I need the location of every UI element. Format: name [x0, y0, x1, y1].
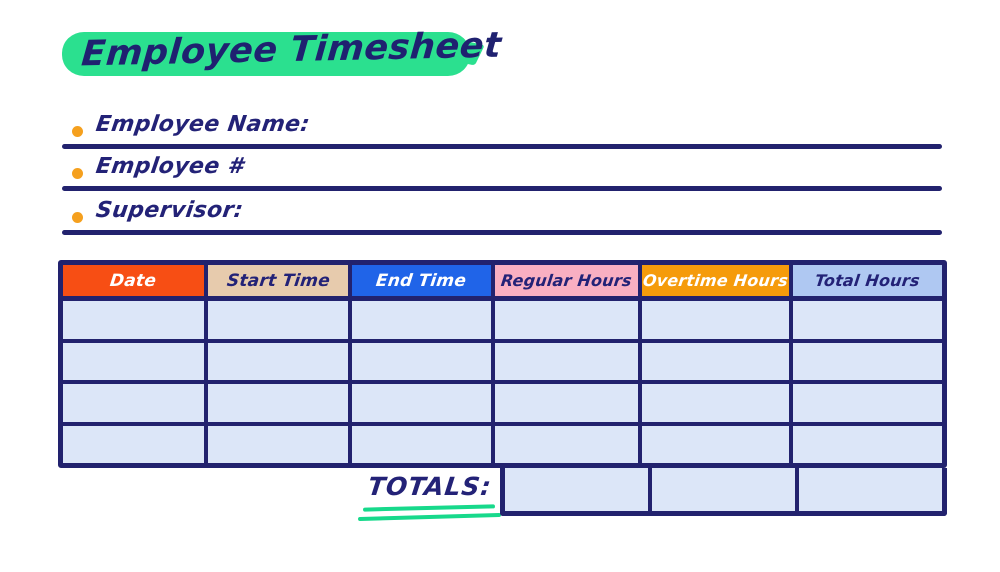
- cell-regular-hours[interactable]: [495, 342, 642, 380]
- cell-end-time[interactable]: [352, 384, 495, 422]
- cell-regular-hours[interactable]: [495, 384, 642, 422]
- column-header-label: Start Time: [225, 270, 331, 291]
- column-header-total-hours: Total Hours: [793, 265, 942, 296]
- column-header-start-time: Start Time: [208, 265, 352, 296]
- column-header-label: Overtime Hours: [642, 271, 790, 290]
- field-label-supervisor: Supervisor:: [94, 198, 245, 223]
- field-employee-name[interactable]: Employee Name:: [62, 110, 942, 154]
- cell-start-time[interactable]: [208, 301, 352, 339]
- cell-overtime-hours[interactable]: [642, 301, 793, 339]
- column-header-date: Date: [63, 265, 208, 296]
- table-row: [63, 342, 942, 384]
- cell-regular-hours[interactable]: [495, 301, 642, 339]
- cell-overtime-hours[interactable]: [642, 342, 793, 380]
- cell-total-hours[interactable]: [793, 301, 942, 339]
- table-header-row: Date Start Time End Time Regular Hours O…: [63, 265, 942, 301]
- column-header-end-time: End Time: [352, 265, 495, 296]
- timesheet-page: Employee Timesheet Employee Name: Employ…: [0, 0, 1000, 572]
- table-row: [63, 425, 942, 464]
- totals-underline-stroke: [357, 513, 502, 521]
- field-rule-employee-number: [62, 186, 942, 191]
- totals-cell-regular-hours[interactable]: [505, 468, 652, 511]
- bullet-icon: [72, 168, 83, 179]
- field-label-employee-name: Employee Name:: [94, 112, 312, 137]
- column-header-label: Regular Hours: [499, 271, 634, 290]
- field-supervisor[interactable]: Supervisor:: [62, 196, 942, 240]
- field-label-employee-number: Employee #: [94, 154, 246, 179]
- cell-total-hours[interactable]: [793, 343, 942, 381]
- field-rule-supervisor: [62, 230, 942, 235]
- column-header-label: End Time: [375, 270, 468, 291]
- cell-regular-hours[interactable]: [495, 425, 642, 463]
- column-header-label: Date: [109, 270, 158, 291]
- cell-total-hours[interactable]: [793, 384, 942, 422]
- cell-end-time[interactable]: [352, 301, 495, 339]
- cell-date[interactable]: [63, 342, 208, 380]
- cell-start-time[interactable]: [208, 384, 352, 422]
- cell-date[interactable]: [63, 384, 208, 422]
- column-header-label: Total Hours: [813, 271, 922, 290]
- bullet-icon: [72, 126, 83, 137]
- totals-cell-overtime-hours[interactable]: [652, 468, 799, 511]
- cell-date[interactable]: [63, 301, 208, 339]
- cell-overtime-hours[interactable]: [642, 425, 793, 463]
- totals-label: TOTALS:: [366, 472, 494, 501]
- column-header-regular-hours: Regular Hours: [495, 265, 642, 296]
- field-employee-number[interactable]: Employee #: [62, 152, 942, 196]
- totals-cell-total-hours[interactable]: [799, 468, 942, 511]
- page-title-block: Employee Timesheet: [62, 26, 503, 86]
- field-rule-employee-name: [62, 144, 942, 149]
- table-row: [63, 301, 942, 343]
- table-row: [63, 384, 942, 426]
- cell-overtime-hours[interactable]: [642, 384, 793, 422]
- bullet-icon: [72, 212, 83, 223]
- totals-underline-stroke: [362, 504, 496, 512]
- cell-start-time[interactable]: [208, 342, 352, 380]
- cell-start-time[interactable]: [208, 425, 352, 463]
- cell-total-hours[interactable]: [793, 426, 942, 464]
- cell-date[interactable]: [63, 425, 208, 463]
- cell-end-time[interactable]: [352, 342, 495, 380]
- cell-end-time[interactable]: [352, 425, 495, 463]
- totals-row: [500, 468, 947, 516]
- timesheet-table: Date Start Time End Time Regular Hours O…: [58, 260, 947, 468]
- column-header-overtime-hours: Overtime Hours: [642, 265, 793, 296]
